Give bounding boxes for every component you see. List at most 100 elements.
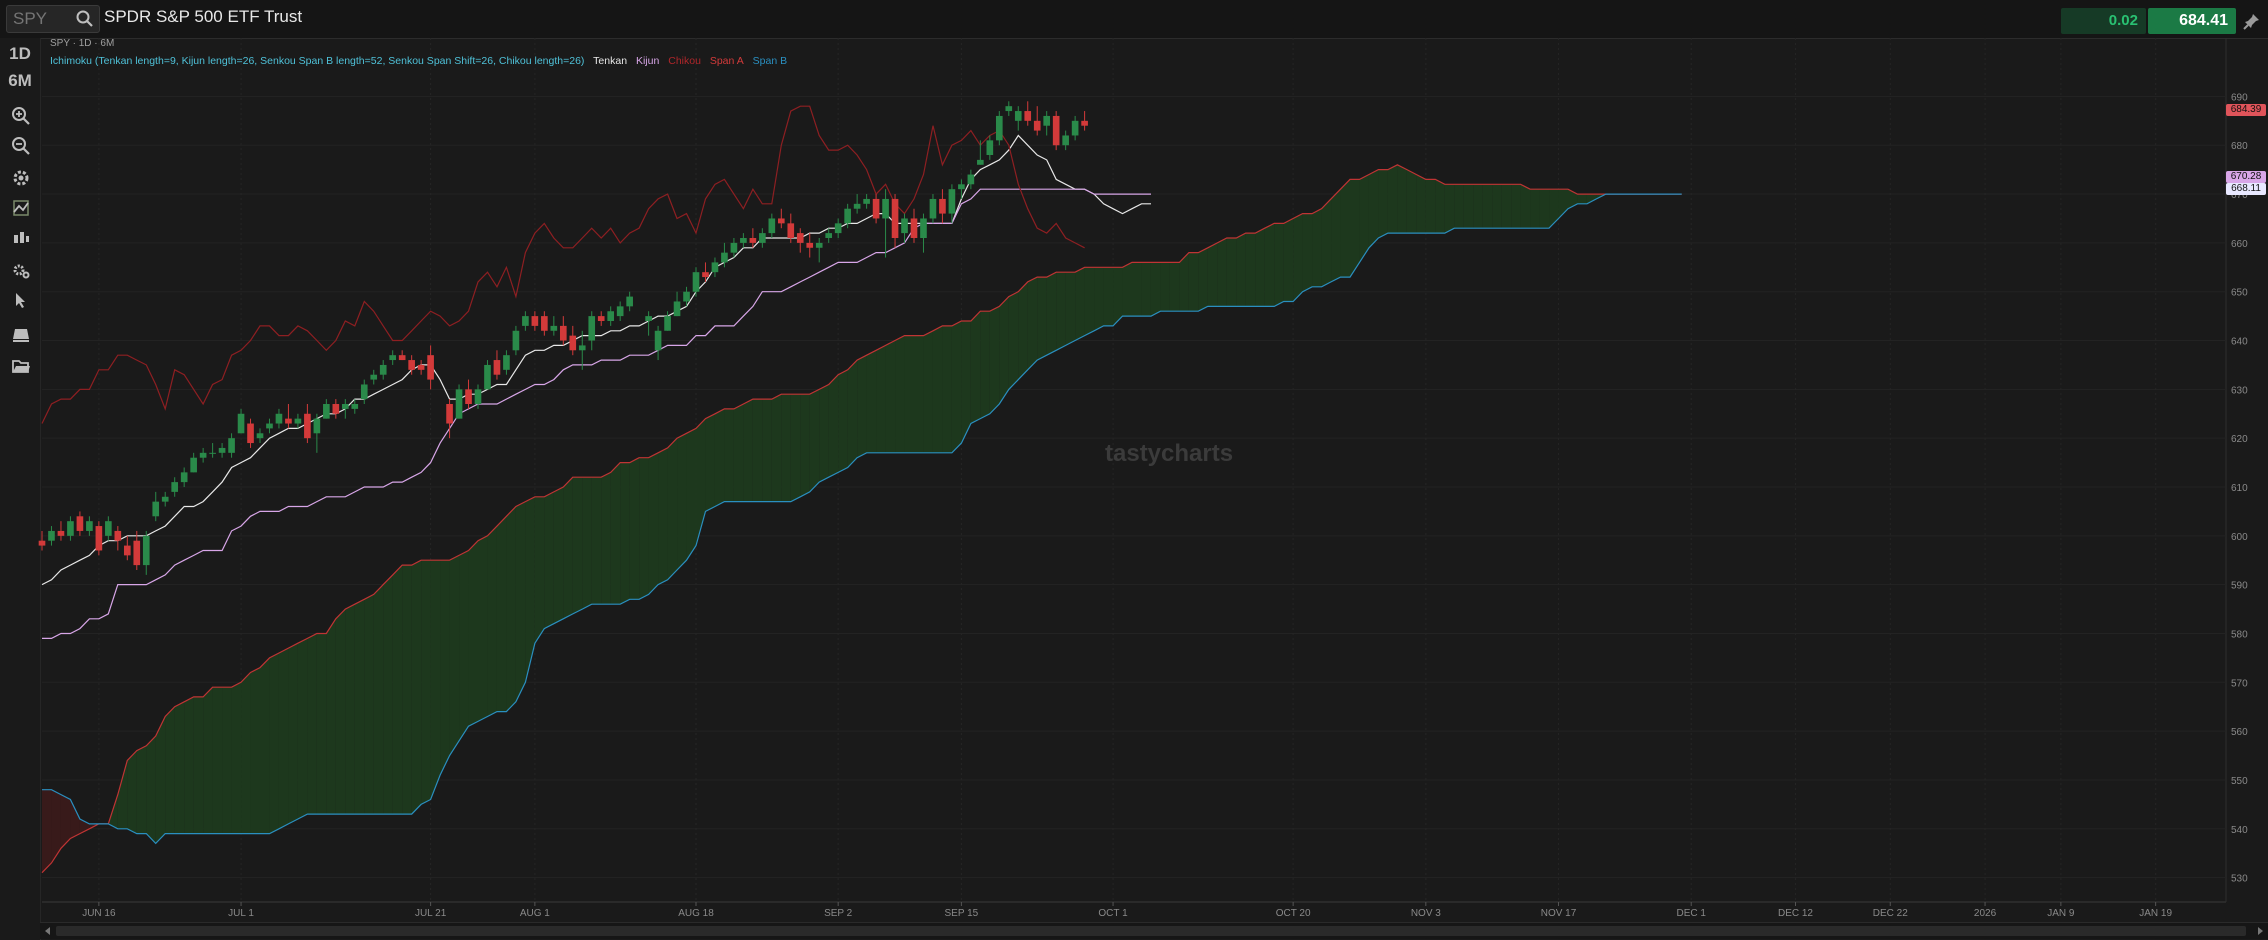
x-tick-label: JUL 1 [228,908,254,919]
x-tick-label: DEC 12 [1778,908,1813,919]
candle-body [455,389,463,419]
candle-body [105,521,112,536]
candle-body [863,198,870,204]
cloud-segment [1207,242,1218,307]
x-tick-label: JAN 19 [2139,908,2172,919]
scroll-right-icon[interactable] [2254,925,2266,937]
candle-body [313,418,321,434]
cloud-segment [1406,169,1417,234]
candle-body [142,535,150,566]
candle-body [76,516,84,531]
candle-body [569,335,577,351]
cloud-segment [610,462,621,605]
cloud-segment [326,618,336,815]
candle-body [389,355,397,361]
candle-body [247,423,254,444]
last-price-tag: 684.39 [2226,104,2266,116]
candle-body [825,233,833,238]
cloud-segment [819,384,829,483]
candle-body [939,198,946,214]
candle-body [607,311,615,321]
study-legend[interactable]: Ichimoku (Tenkan length=9, Kijun length=… [50,55,793,67]
cloud-segment [1132,262,1142,317]
cloud-segment [316,633,327,815]
cloud-segment [847,360,858,468]
candle-body [1043,115,1051,126]
y-tick-label: 640 [2231,337,2248,348]
candle-body [759,233,766,243]
candle-body [626,296,633,307]
cloud-segment [421,560,431,805]
candle-body [304,413,311,439]
legend-span-b: Span B [752,55,788,67]
cloud-segment [942,325,952,453]
candle-body [38,540,46,546]
candle-body [986,140,994,155]
candle-body [683,291,690,302]
cloud-segment [1501,184,1512,229]
candle-body [379,364,387,375]
cloud-segment [1141,262,1151,317]
cloud-segment [1217,238,1227,307]
cloud-segment [743,399,753,502]
cloud-segment [714,408,725,507]
cloud-segment [373,584,384,815]
candle-body [323,404,330,419]
scroll-left-icon[interactable] [42,925,54,937]
cloud-segment [345,604,355,815]
candle-body [48,530,55,541]
x-tick-label: DEC 1 [1676,908,1706,919]
cloud-segment [809,389,820,492]
cloud-segment [212,687,223,834]
cloud-segment [288,643,298,824]
cloud-segment [553,487,564,624]
cloud-segment [733,404,744,502]
y-tick-label: 590 [2231,581,2248,592]
watermark: tastycharts [1105,440,1234,467]
candle-body [702,272,709,278]
candle-body [1071,120,1079,136]
candle-body [920,218,927,238]
candle-body [123,545,131,556]
cloud-segment [1084,267,1095,336]
cloud-segment [999,296,1009,404]
x-tick-label: OCT 1 [1098,908,1128,919]
cloud-segment [402,565,412,815]
cloud-segment [866,350,877,453]
cloud-segment [307,633,317,815]
cloud-segment [1264,223,1275,307]
scroll-thumb[interactable] [56,926,2246,936]
cloud-segment [51,789,61,863]
candle-body [958,184,965,190]
candle-body [578,345,586,351]
time-scrollbar[interactable] [40,922,2268,939]
cloud-segment [1236,233,1246,307]
chart-area[interactable]: 530 540 550 560 570 580 590 600 610 620 630 640 650 6… [0,0,2268,940]
candle-body [749,238,757,243]
cloud-segment [885,340,896,453]
x-tick-label: JUN 16 [82,908,116,919]
cloud-segment [335,609,346,815]
candle-body [161,496,169,502]
y-tick-label: 600 [2231,532,2248,543]
study-name[interactable]: Ichimoku (Tenkan length=9, Kijun length=… [50,55,584,67]
cloud-segment [1226,238,1237,307]
x-tick-label: SEP 2 [824,908,853,919]
candle-body [806,242,814,248]
cloud-segment [506,506,516,712]
cloud-segment [1511,184,1521,229]
cloud-segment [241,672,251,834]
x-tick-label: AUG 1 [520,908,550,919]
cloud-segment [449,555,460,756]
cloud-segment [1008,291,1019,390]
cloud-segment [1321,198,1332,287]
cloud-segment [1435,179,1445,234]
candle-body [550,325,558,331]
cloud-segment [1293,213,1303,302]
cloud-segment [932,325,943,453]
y-tick-label: 630 [2231,385,2248,396]
candle-body [332,404,340,414]
cloud-segment [1454,184,1464,229]
cloud-segment [620,462,630,605]
candle-body [777,218,785,224]
